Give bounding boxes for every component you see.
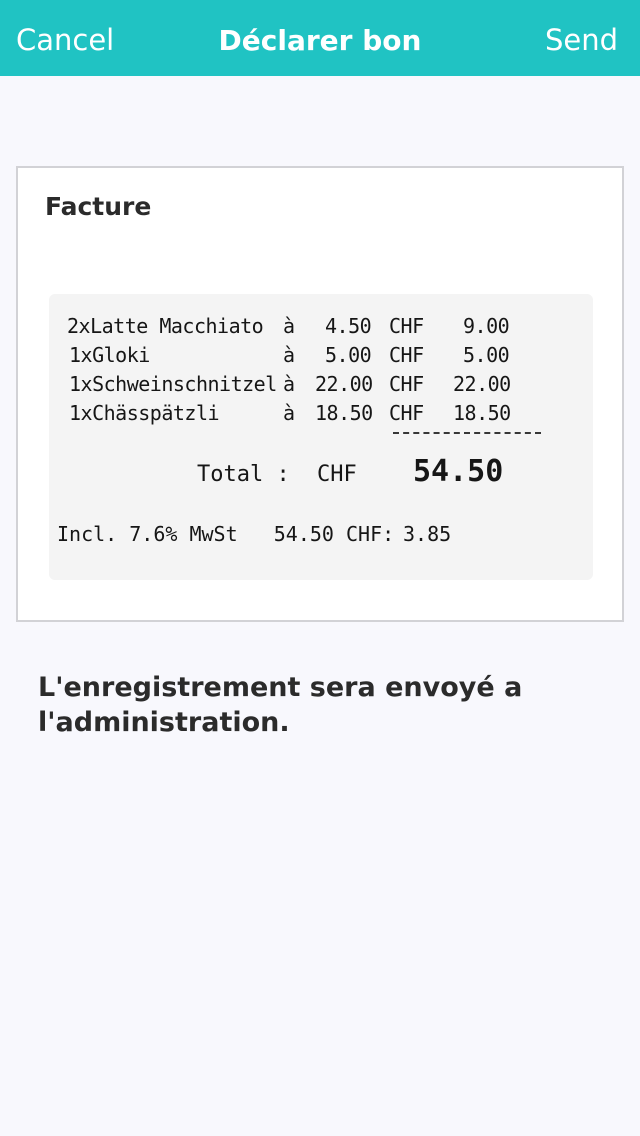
receipt-item-unit-price: 4.50 xyxy=(325,314,372,338)
invoice-card: Facture 2xLatte Macchiato à 4.50 CHF 9.0… xyxy=(16,166,624,622)
receipt-item-currency: CHF xyxy=(389,314,424,338)
receipt-item-row: 1xGloki à 5.00 CHF 5.00 xyxy=(49,343,593,371)
receipt-item-currency: CHF xyxy=(389,401,424,425)
receipt-item-row: 2xLatte Macchiato à 4.50 CHF 9.00 xyxy=(49,314,593,342)
receipt-total-value: 54.50 xyxy=(413,454,504,489)
receipt-item-name: 1xGloki xyxy=(69,343,150,367)
receipt-total-currency: CHF xyxy=(317,462,357,487)
receipt-item-currency: CHF xyxy=(389,343,424,367)
receipt-item-currency: CHF xyxy=(389,372,424,396)
receipt-item-unit-price: 18.50 xyxy=(315,401,373,425)
receipt-item-at: à xyxy=(283,372,295,396)
receipt-item-row: 1xSchweinschnitzel à 22.00 CHF 22.00 xyxy=(49,372,593,400)
receipt-separator xyxy=(393,432,541,434)
cancel-button[interactable]: Cancel xyxy=(16,0,114,76)
receipt-item-at: à xyxy=(283,343,295,367)
receipt-item-name: 1xChässpätzli xyxy=(69,401,220,425)
receipt-tax-line: Incl. 7.6% MwSt 54.50 CHF: xyxy=(57,522,395,546)
receipt-item-total: 5.00 xyxy=(463,343,510,367)
receipt-item-unit-price: 5.00 xyxy=(325,343,372,367)
receipt-item-total: 9.00 xyxy=(463,314,510,338)
info-message: L'enregistrement sera envoyé a l'adminis… xyxy=(38,672,523,738)
receipt-item-unit-price: 22.00 xyxy=(315,372,373,396)
send-button[interactable]: Send xyxy=(545,0,618,76)
receipt-photo[interactable]: 2xLatte Macchiato à 4.50 CHF 9.00 1xGlok… xyxy=(49,294,593,580)
receipt-tax-amount: 3.85 xyxy=(403,522,452,546)
navigation-bar: Cancel Déclarer bon Send xyxy=(0,0,640,76)
receipt-item-at: à xyxy=(283,314,295,338)
receipt-item-row: 1xChässpätzli à 18.50 CHF 18.50 xyxy=(49,401,593,429)
receipt-item-name: 2xLatte Macchiato xyxy=(67,314,264,338)
receipt-item-total: 22.00 xyxy=(453,372,511,396)
receipt-item-name: 1xSchweinschnitzel xyxy=(69,372,277,396)
receipt-total-label: Total : xyxy=(197,462,290,487)
receipt-item-total: 18.50 xyxy=(453,401,511,425)
invoice-title: Facture xyxy=(45,192,152,221)
receipt-item-at: à xyxy=(283,401,295,425)
